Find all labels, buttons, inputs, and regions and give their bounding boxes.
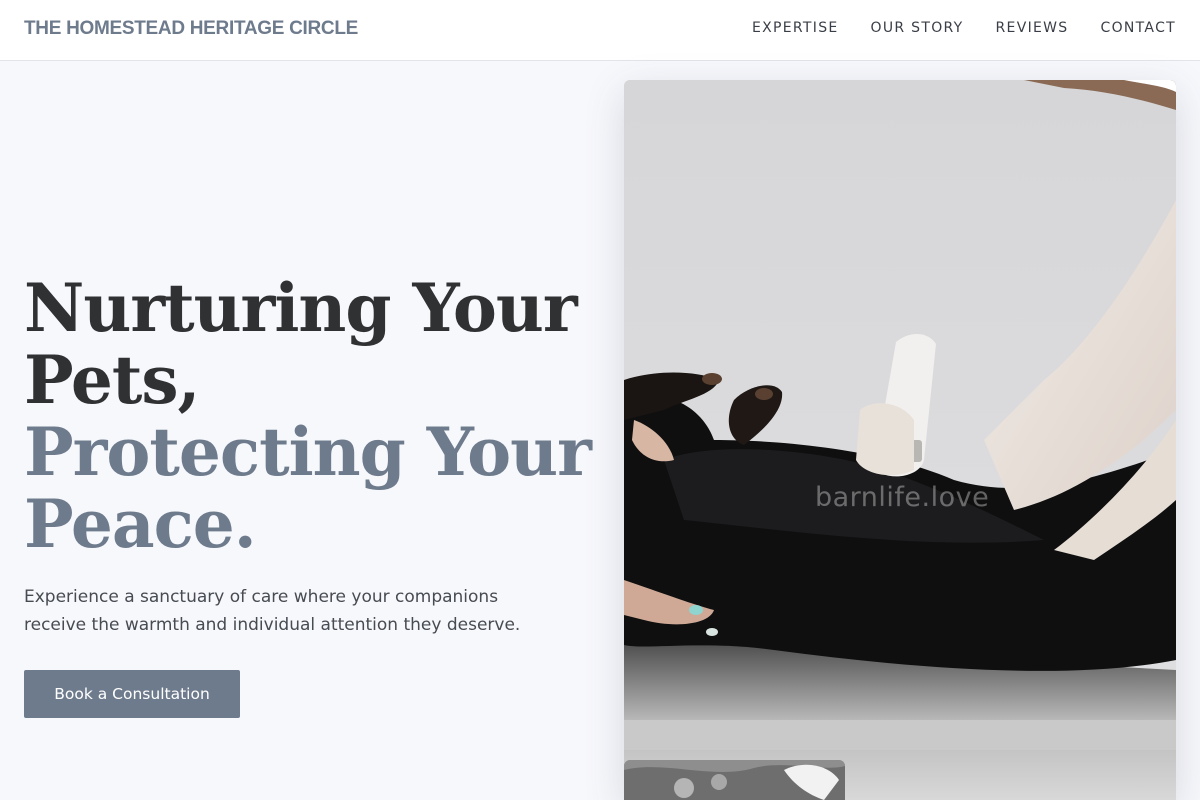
photo-watermark: barnlife.love xyxy=(815,482,990,513)
thumbnail-illustration xyxy=(624,760,845,800)
site-header: THE HOMESTEAD HERITAGE CIRCLE EXPERTISE … xyxy=(0,0,1200,61)
hero-photo-vet-ultrasound: barnlife.love xyxy=(624,80,1176,800)
nav-link-our-story[interactable]: OUR STORY xyxy=(871,20,964,36)
brand-logo[interactable]: THE HOMESTEAD HERITAGE CIRCLE xyxy=(24,18,358,40)
main-nav: EXPERTISE OUR STORY REVIEWS CONTACT xyxy=(752,20,1176,36)
book-consultation-button[interactable]: Book a Consultation xyxy=(24,670,240,718)
nav-link-expertise[interactable]: EXPERTISE xyxy=(752,20,839,36)
nav-link-contact[interactable]: CONTACT xyxy=(1101,20,1177,36)
nav-link-reviews[interactable]: REVIEWS xyxy=(996,20,1069,36)
hero-subtext: Experience a sanctuary of care where you… xyxy=(24,587,521,635)
vet-photo-illustration xyxy=(624,80,1176,800)
headline-primary: Nurturing Your Pets, xyxy=(24,269,578,419)
headline-accent: Protecting Your Peace. xyxy=(24,413,592,563)
secondary-photo-thumbnail xyxy=(624,760,845,800)
hero-headline: Nurturing Your Pets, Protecting Your Pea… xyxy=(24,272,604,560)
